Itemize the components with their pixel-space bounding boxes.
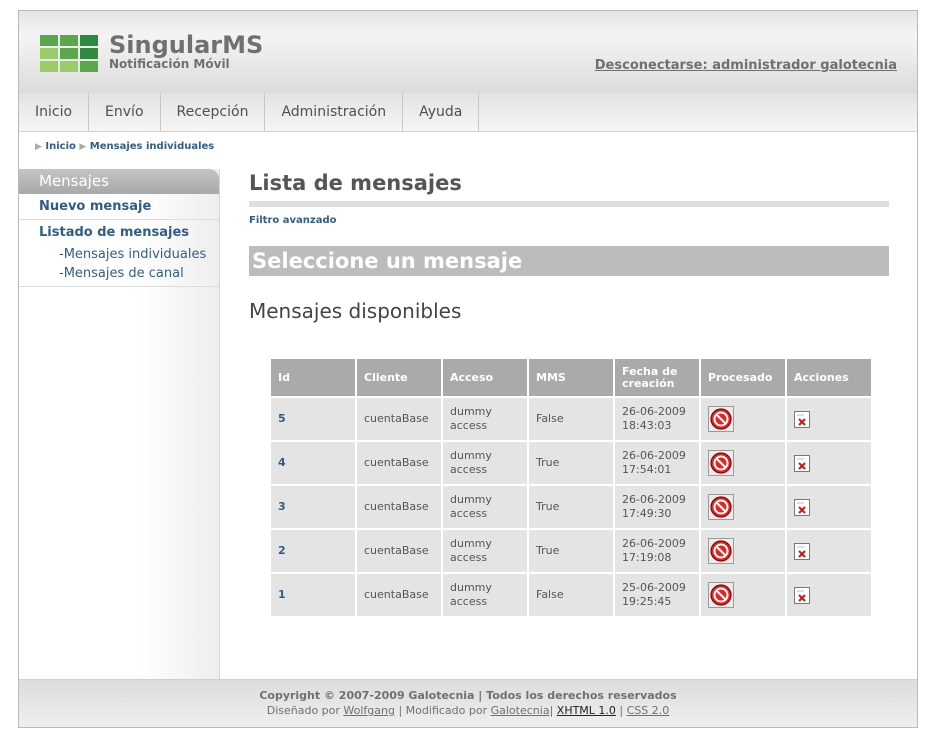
footer: Copyright © 2007-2009 Galotecnia | Todos… xyxy=(19,679,917,727)
footer-credits: Diseñado por Wolfgang | Modificado por G… xyxy=(266,704,670,717)
table-row: 4 cuentaBase dummy access True 26-06-2009 17… xyxy=(271,442,871,484)
cell-fecha: 26-06-2009 17:19:08 xyxy=(615,530,699,572)
col-header-acceso[interactable]: Acceso xyxy=(443,359,527,396)
cell-cliente: cuentaBase xyxy=(357,442,441,484)
cell-procesado xyxy=(701,442,785,484)
col-header-id[interactable]: Id xyxy=(271,359,355,396)
stop-icon[interactable] xyxy=(708,494,778,520)
table-header-row: Id Cliente Acceso MMS Fecha de creación … xyxy=(271,359,871,396)
cell-id[interactable]: 3 xyxy=(271,486,355,528)
messages-table: Id Cliente Acceso MMS Fecha de creación … xyxy=(269,357,873,618)
breadcrumb-current[interactable]: Mensajes individuales xyxy=(90,141,214,152)
nav-tab-envio[interactable]: Envío xyxy=(89,93,161,131)
main-nav: Inicio Envío Recepción Administración Ay… xyxy=(19,93,917,132)
select-banner: Seleccione un mensaje xyxy=(249,246,889,276)
breadcrumb-arrow-icon: ▶ xyxy=(79,142,87,152)
sidebar-subitem-individuales[interactable]: -Mensajes individuales xyxy=(19,245,219,264)
breadcrumb: ▶ Inicio ▶ Mensajes individuales xyxy=(35,141,214,152)
logo-icon xyxy=(40,35,98,73)
advanced-filter-link[interactable]: Filtro avanzado xyxy=(249,215,889,226)
sidebar-title: Mensajes xyxy=(19,169,219,194)
col-header-mms[interactable]: MMS xyxy=(529,359,613,396)
section-title: Mensajes disponibles xyxy=(249,299,462,323)
stop-icon[interactable] xyxy=(708,450,778,476)
sidebar-item-listado[interactable]: Listado de mensajes xyxy=(19,220,219,245)
cell-procesado xyxy=(701,574,785,616)
cell-procesado xyxy=(701,398,785,440)
page-frame: SingularMS Notificación Móvil Desconecta… xyxy=(18,10,918,728)
cell-acceso: dummy access xyxy=(443,574,527,616)
cell-acciones xyxy=(787,442,871,484)
brand-name: SingularMS xyxy=(109,31,264,59)
cell-cliente: cuentaBase xyxy=(357,574,441,616)
delete-icon[interactable] xyxy=(794,542,864,560)
cell-mms: True xyxy=(529,530,613,572)
cell-id[interactable]: 1 xyxy=(271,574,355,616)
stop-icon[interactable] xyxy=(708,406,778,432)
cell-acciones xyxy=(787,574,871,616)
delete-icon[interactable] xyxy=(794,586,864,604)
breadcrumb-arrow-icon: ▶ xyxy=(35,142,42,152)
cell-acceso: dummy access xyxy=(443,398,527,440)
footer-copyright: Copyright © 2007-2009 Galotecnia | Todos… xyxy=(259,689,677,702)
footer-modifier-link[interactable]: Galotecnia xyxy=(491,704,550,717)
page-title: Lista de mensajes xyxy=(249,171,889,207)
col-header-procesado[interactable]: Procesado xyxy=(701,359,785,396)
cell-mms: True xyxy=(529,442,613,484)
cell-acceso: dummy access xyxy=(443,442,527,484)
main-content: Lista de mensajes Filtro avanzado Selecc… xyxy=(249,169,889,616)
nav-tab-recepcion[interactable]: Recepción xyxy=(161,93,266,131)
nav-tab-inicio[interactable]: Inicio xyxy=(19,93,90,131)
delete-icon[interactable] xyxy=(794,454,864,472)
cell-id[interactable]: 2 xyxy=(271,530,355,572)
nav-tab-administracion[interactable]: Administración xyxy=(265,93,404,131)
footer-designer-link[interactable]: Wolfgang xyxy=(343,704,395,717)
sidebar-subitem-canal[interactable]: -Mensajes de canal xyxy=(19,264,219,283)
footer-xhtml-link[interactable]: XHTML 1.0 xyxy=(557,704,616,717)
stop-icon[interactable] xyxy=(708,538,778,564)
cell-mms: False xyxy=(529,574,613,616)
brand-tagline: Notificación Móvil xyxy=(109,57,230,71)
cell-acciones xyxy=(787,398,871,440)
header: SingularMS Notificación Móvil Desconecta… xyxy=(19,11,917,93)
col-header-cliente[interactable]: Cliente xyxy=(357,359,441,396)
table-row: 5 cuentaBase dummy access False 26-06-2009 1… xyxy=(271,398,871,440)
cell-cliente: cuentaBase xyxy=(357,486,441,528)
breadcrumb-inicio[interactable]: Inicio xyxy=(45,141,76,152)
delete-icon[interactable] xyxy=(794,410,864,428)
nav-tab-ayuda[interactable]: Ayuda xyxy=(403,93,480,131)
cell-id[interactable]: 4 xyxy=(271,442,355,484)
cell-fecha: 25-06-2009 19:25:45 xyxy=(615,574,699,616)
table-row: 1 cuentaBase dummy access False 25-06-2009 1… xyxy=(271,574,871,616)
cell-mms: False xyxy=(529,398,613,440)
delete-icon[interactable] xyxy=(794,498,864,516)
cell-cliente: cuentaBase xyxy=(357,530,441,572)
table-row: 2 cuentaBase dummy access True 26-06-2009 17… xyxy=(271,530,871,572)
col-header-fecha[interactable]: Fecha de creación xyxy=(615,359,699,396)
cell-cliente: cuentaBase xyxy=(357,398,441,440)
table-row: 3 cuentaBase dummy access True 26-06-2009 17… xyxy=(271,486,871,528)
cell-id[interactable]: 5 xyxy=(271,398,355,440)
cell-mms: True xyxy=(529,486,613,528)
footer-designed-label: Diseñado por xyxy=(266,704,340,717)
cell-acciones xyxy=(787,530,871,572)
cell-acceso: dummy access xyxy=(443,486,527,528)
cell-fecha: 26-06-2009 17:49:30 xyxy=(615,486,699,528)
cell-acceso: dummy access xyxy=(443,530,527,572)
sidebar: Mensajes Nuevo mensaje Listado de mensaj… xyxy=(19,169,220,679)
cell-procesado xyxy=(701,530,785,572)
logout-link[interactable]: Desconectarse: administrador galotecnia xyxy=(595,58,897,73)
cell-procesado xyxy=(701,486,785,528)
stop-icon[interactable] xyxy=(708,582,778,608)
footer-css-link[interactable]: CSS 2.0 xyxy=(627,704,670,717)
col-header-acciones[interactable]: Acciones xyxy=(787,359,871,396)
cell-acciones xyxy=(787,486,871,528)
sidebar-group-listado: Listado de mensajes -Mensajes individual… xyxy=(19,220,219,287)
sidebar-item-nuevo-mensaje[interactable]: Nuevo mensaje xyxy=(19,194,219,220)
cell-fecha: 26-06-2009 17:54:01 xyxy=(615,442,699,484)
cell-fecha: 26-06-2009 18:43:03 xyxy=(615,398,699,440)
footer-modified-label: | Modificado por xyxy=(398,704,488,717)
